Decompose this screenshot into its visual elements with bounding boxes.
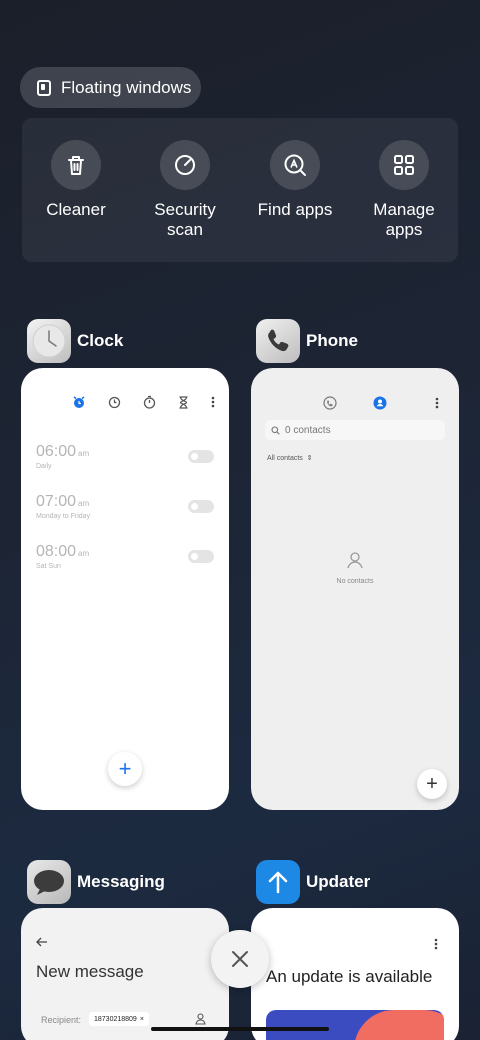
floating-window-icon (37, 79, 51, 96)
messaging-app-header[interactable]: Messaging (27, 860, 165, 904)
updater-app-card[interactable]: An update is available (251, 908, 459, 1040)
security-scan-icon (160, 140, 210, 190)
phone-app-card[interactable]: 0 contacts All contacts ⇕ No contacts + (251, 368, 459, 810)
clock-app-header[interactable]: Clock (27, 319, 123, 363)
security-scan-label-2: scan (167, 220, 203, 239)
contacts-search-input[interactable]: 0 contacts (265, 420, 445, 440)
search-icon (271, 425, 280, 435)
more-options-icon[interactable] (211, 396, 215, 408)
clock-tabs (72, 395, 215, 409)
add-contact-button[interactable]: + (417, 769, 447, 799)
floating-windows-label: Floating windows (61, 77, 192, 97)
remove-icon[interactable]: × (140, 1016, 144, 1023)
updater-app-header[interactable]: Updater (256, 860, 370, 904)
alarm-repeat: Daily (36, 463, 52, 470)
find-apps-label: Find apps (257, 200, 333, 219)
phone-app-icon (256, 319, 300, 363)
search-placeholder: 0 contacts (285, 424, 331, 436)
quick-actions-panel: Cleaner Security scan Find apps Manage a… (22, 118, 458, 262)
alarm-toggle[interactable] (188, 500, 214, 513)
alarm-time: 08:00 (36, 543, 77, 560)
security-scan-label-1: Security (154, 200, 216, 219)
updater-app-name: Updater (306, 872, 371, 891)
trash-icon (51, 140, 101, 190)
timer-icon[interactable] (178, 395, 189, 409)
security-scan-button[interactable]: Security scan (135, 140, 235, 240)
contacts-filter-label: All contacts (267, 454, 303, 462)
alarm-ampm: am (78, 549, 90, 558)
alarm-toggle[interactable] (188, 450, 214, 463)
floating-windows-button[interactable]: Floating windows (20, 67, 201, 108)
find-apps-icon (270, 140, 320, 190)
update-available-title: An update is available (266, 967, 433, 986)
alarm-toggle[interactable] (188, 550, 214, 563)
contacts-filter-dropdown[interactable]: All contacts ⇕ (267, 454, 313, 463)
recipient-number: 18730218809 (94, 1015, 137, 1023)
alarm-repeat: Monday to Friday (36, 513, 91, 520)
no-contacts-text: No contacts (336, 578, 374, 585)
recipient-label: Recipient: (41, 1015, 82, 1025)
phone-app-name: Phone (306, 331, 358, 350)
chevron-up-down-icon: ⇕ (306, 455, 313, 462)
alarm-ampm: am (78, 499, 90, 508)
find-apps-button[interactable]: Find apps (245, 140, 345, 220)
messaging-app-card[interactable]: New message Recipient: 18730218809 × (21, 908, 229, 1040)
manage-apps-label-1: Manage (373, 200, 435, 219)
more-options-icon[interactable] (435, 397, 439, 409)
contacts-tab-icon[interactable] (373, 396, 387, 410)
new-message-title: New message (36, 962, 144, 981)
add-alarm-button[interactable]: + (108, 752, 142, 786)
updater-app-icon (256, 860, 300, 904)
clock-app-name: Clock (77, 331, 124, 350)
recipient-chip[interactable]: 18730218809 × (89, 1012, 149, 1026)
more-options-icon[interactable] (434, 938, 438, 950)
stopwatch-icon[interactable] (143, 395, 156, 409)
update-banner-image (266, 1010, 444, 1040)
grid-icon (379, 140, 429, 190)
alarm-time: 06:00 (36, 443, 77, 460)
cleaner-button[interactable]: Cleaner (26, 140, 126, 220)
call-log-icon[interactable] (323, 396, 337, 410)
plus-icon: + (426, 772, 438, 795)
add-contact-icon[interactable] (195, 1013, 206, 1025)
clock-app-card[interactable]: 06:00 am Daily 07:00 am Monday to Friday 0… (21, 368, 229, 810)
back-arrow-icon[interactable] (36, 937, 48, 947)
cleaner-label: Cleaner (46, 200, 106, 219)
alarm-repeat: Sat Sun (36, 563, 61, 570)
messaging-app-name: Messaging (77, 872, 165, 891)
plus-icon: + (118, 756, 132, 781)
manage-apps-button[interactable]: Manage apps (354, 140, 454, 240)
manage-apps-label-2: apps (385, 220, 423, 239)
home-indicator[interactable] (151, 1027, 329, 1031)
close-icon (232, 951, 248, 967)
phone-app-header[interactable]: Phone (256, 319, 358, 363)
clock-app-icon (27, 319, 71, 363)
alarm-ampm: am (78, 449, 90, 458)
alarm-time: 07:00 (36, 493, 77, 510)
clear-all-button[interactable] (211, 930, 269, 988)
alarm-icon[interactable] (72, 395, 86, 409)
person-icon (347, 552, 363, 569)
messaging-app-icon (27, 860, 71, 904)
world-clock-icon[interactable] (108, 396, 121, 409)
